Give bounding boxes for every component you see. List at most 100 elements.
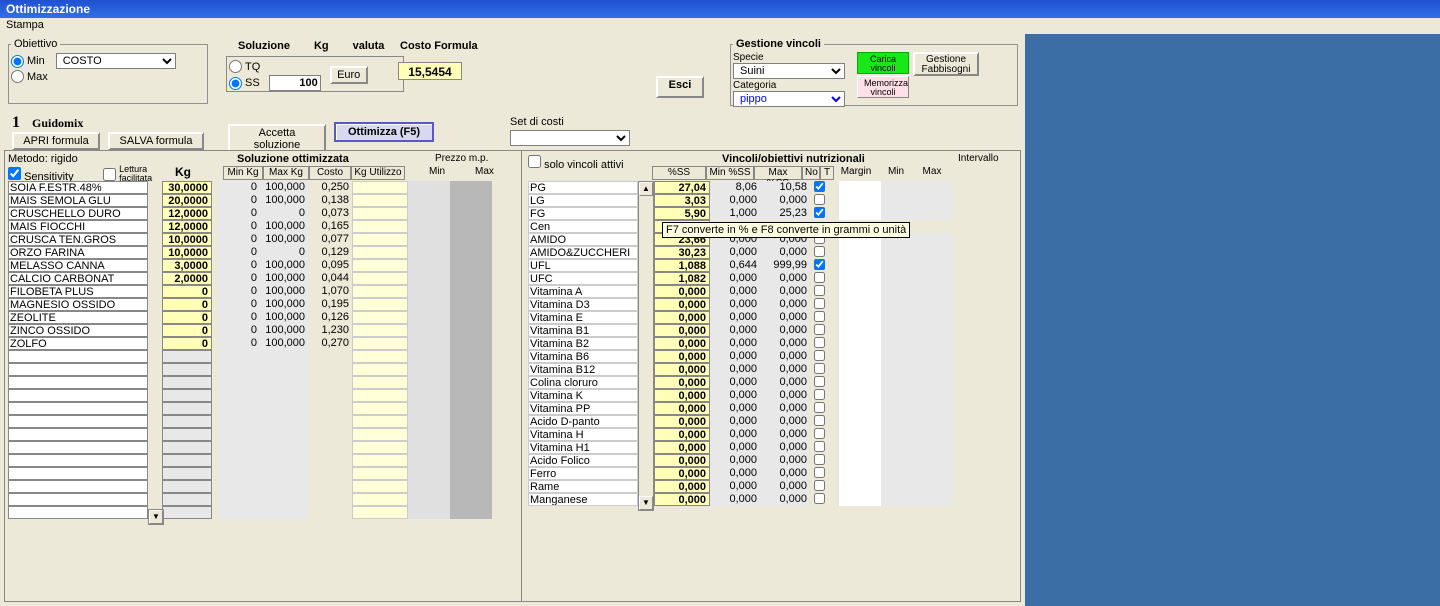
nutrient-name[interactable]: Vitamina K <box>528 389 638 402</box>
nutrient-min[interactable]: 0,000 <box>710 402 760 415</box>
ingredients-scroll-down[interactable]: ▼ <box>148 509 164 525</box>
ingredient-min[interactable]: 0 <box>218 324 260 337</box>
nutrient-name[interactable]: AMIDO <box>528 233 638 246</box>
ingredient-max[interactable]: 100,000 <box>260 298 308 311</box>
nutrient-name[interactable]: Vitamina D3 <box>528 298 638 311</box>
ingredient-util[interactable] <box>352 259 408 272</box>
ingredient-min[interactable]: 0 <box>218 259 260 272</box>
nutrient-max[interactable]: 0,000 <box>760 246 810 259</box>
nutrient-margin[interactable] <box>839 194 881 207</box>
nutrient-name[interactable]: Acido D-panto <box>528 415 638 428</box>
nutrient-min[interactable]: 1,000 <box>710 207 760 220</box>
nutrient-ss[interactable]: 0,000 <box>654 285 710 298</box>
nutrient-min[interactable]: 0,000 <box>710 441 760 454</box>
ingredient-max[interactable]: 100,000 <box>260 194 308 207</box>
ingredient-max[interactable]: 100,000 <box>260 311 308 324</box>
ingredient-max[interactable]: 100,000 <box>260 272 308 285</box>
solo-vincoli-checkbox[interactable] <box>528 155 541 168</box>
col-kgutil[interactable]: Kg Utilizzo <box>351 166 405 180</box>
nutrient-max[interactable]: 0,000 <box>760 415 810 428</box>
nutrient-ss[interactable]: 0,000 <box>654 363 710 376</box>
nutrient-name[interactable]: Manganese <box>528 493 638 506</box>
ingredient-min[interactable]: 0 <box>218 311 260 324</box>
nutrient-min[interactable]: 0,000 <box>710 285 760 298</box>
ingredient-kg[interactable]: 0 <box>162 285 212 298</box>
ingredient-name[interactable]: FILOBETA PLUS <box>8 285 148 298</box>
ingredient-kg[interactable]: 2,0000 <box>162 272 212 285</box>
col-ss[interactable]: %SS <box>652 166 706 180</box>
nutrient-margin[interactable] <box>839 441 881 454</box>
nutrient-margin[interactable] <box>839 415 881 428</box>
nutrient-no-checkbox[interactable] <box>814 376 825 387</box>
nutrient-max[interactable]: 0,000 <box>760 194 810 207</box>
ingredient-min[interactable]: 0 <box>218 272 260 285</box>
ingredient-min[interactable]: 0 <box>218 194 260 207</box>
nutrient-min[interactable]: 0,000 <box>710 467 760 480</box>
nutrient-no-checkbox[interactable] <box>814 467 825 478</box>
nutrient-margin[interactable] <box>839 311 881 324</box>
ingredient-max[interactable]: 100,000 <box>260 220 308 233</box>
nutrient-no-checkbox[interactable] <box>814 389 825 400</box>
ingredient-max[interactable]: 100,000 <box>260 259 308 272</box>
nutrient-min[interactable]: 0,000 <box>710 246 760 259</box>
nutrient-max[interactable]: 10,58 <box>760 181 810 194</box>
nutrient-max[interactable]: 0,000 <box>760 402 810 415</box>
nutrient-margin[interactable] <box>839 298 881 311</box>
nutrient-name[interactable]: Vitamina B2 <box>528 337 638 350</box>
nutrient-name[interactable]: Vitamina A <box>528 285 638 298</box>
nutrient-margin[interactable] <box>839 285 881 298</box>
nutrient-no-checkbox[interactable] <box>814 207 825 218</box>
ingredient-name[interactable]: MAGNESIO OSSIDO <box>8 298 148 311</box>
nutrient-margin[interactable] <box>839 259 881 272</box>
ingredient-kg[interactable]: 0 <box>162 324 212 337</box>
nutrient-name[interactable]: Acido Folico <box>528 454 638 467</box>
nutrient-max[interactable]: 0,000 <box>760 363 810 376</box>
nutrient-min[interactable]: 0,000 <box>710 298 760 311</box>
nutrient-ss[interactable]: 0,000 <box>654 428 710 441</box>
nutrient-name[interactable]: Vitamina B1 <box>528 324 638 337</box>
nutrient-min[interactable]: 0,000 <box>710 376 760 389</box>
ingredient-min[interactable]: 0 <box>218 181 260 194</box>
col-minkg[interactable]: Min Kg <box>223 166 263 180</box>
radio-tq[interactable] <box>229 60 242 73</box>
ingredient-max[interactable]: 100,000 <box>260 285 308 298</box>
nutrient-no-checkbox[interactable] <box>814 441 825 452</box>
ingredient-name[interactable]: ZEOLITE <box>8 311 148 324</box>
ingredient-kg[interactable]: 20,0000 <box>162 194 212 207</box>
nutrient-margin[interactable] <box>839 428 881 441</box>
memorizza-vincoli-button[interactable]: Memorizza vincoli <box>857 76 909 98</box>
obiettivo-select[interactable]: COSTO <box>56 53 176 69</box>
nutrient-name[interactable]: Vitamina PP <box>528 402 638 415</box>
col-costo[interactable]: Costo <box>309 166 351 180</box>
menu-stampa[interactable]: Stampa <box>6 19 44 31</box>
nutrient-min[interactable]: 8,06 <box>710 181 760 194</box>
nutrient-min[interactable]: 0,000 <box>710 324 760 337</box>
nutrient-margin[interactable] <box>839 246 881 259</box>
ingredient-name[interactable]: CRUSCHELLO DURO <box>8 207 148 220</box>
ingredient-min[interactable]: 0 <box>218 220 260 233</box>
nutrient-name[interactable]: Vitamina H1 <box>528 441 638 454</box>
gestione-fabbisogni-button[interactable]: Gestione Fabbisogni <box>913 52 979 76</box>
nutrient-name[interactable]: Colina cloruro <box>528 376 638 389</box>
ingredient-util[interactable] <box>352 272 408 285</box>
nutrient-no-checkbox[interactable] <box>814 272 825 283</box>
ingredient-min[interactable]: 0 <box>218 298 260 311</box>
ingredient-kg[interactable]: 10,0000 <box>162 246 212 259</box>
ingredient-min[interactable]: 0 <box>218 246 260 259</box>
nutrient-name[interactable]: Vitamina E <box>528 311 638 324</box>
nutrient-min[interactable]: 0,000 <box>710 493 760 506</box>
nutrient-min[interactable]: 0,644 <box>710 259 760 272</box>
ingredient-util[interactable] <box>352 337 408 350</box>
ingredient-kg[interactable]: 12,0000 <box>162 207 212 220</box>
ingredient-min[interactable]: 0 <box>218 207 260 220</box>
nutrient-max[interactable]: 0,000 <box>760 298 810 311</box>
radio-min[interactable] <box>11 55 24 68</box>
ottimizza-button[interactable]: Ottimizza (F5) <box>334 122 434 142</box>
nutrient-no-checkbox[interactable] <box>814 324 825 335</box>
ingredient-kg[interactable]: 0 <box>162 311 212 324</box>
nutrient-no-checkbox[interactable] <box>814 337 825 348</box>
nutrient-no-checkbox[interactable] <box>814 181 825 192</box>
nutrient-max[interactable]: 0,000 <box>760 493 810 506</box>
ingredient-util[interactable] <box>352 194 408 207</box>
nutrient-name[interactable]: UFL <box>528 259 638 272</box>
